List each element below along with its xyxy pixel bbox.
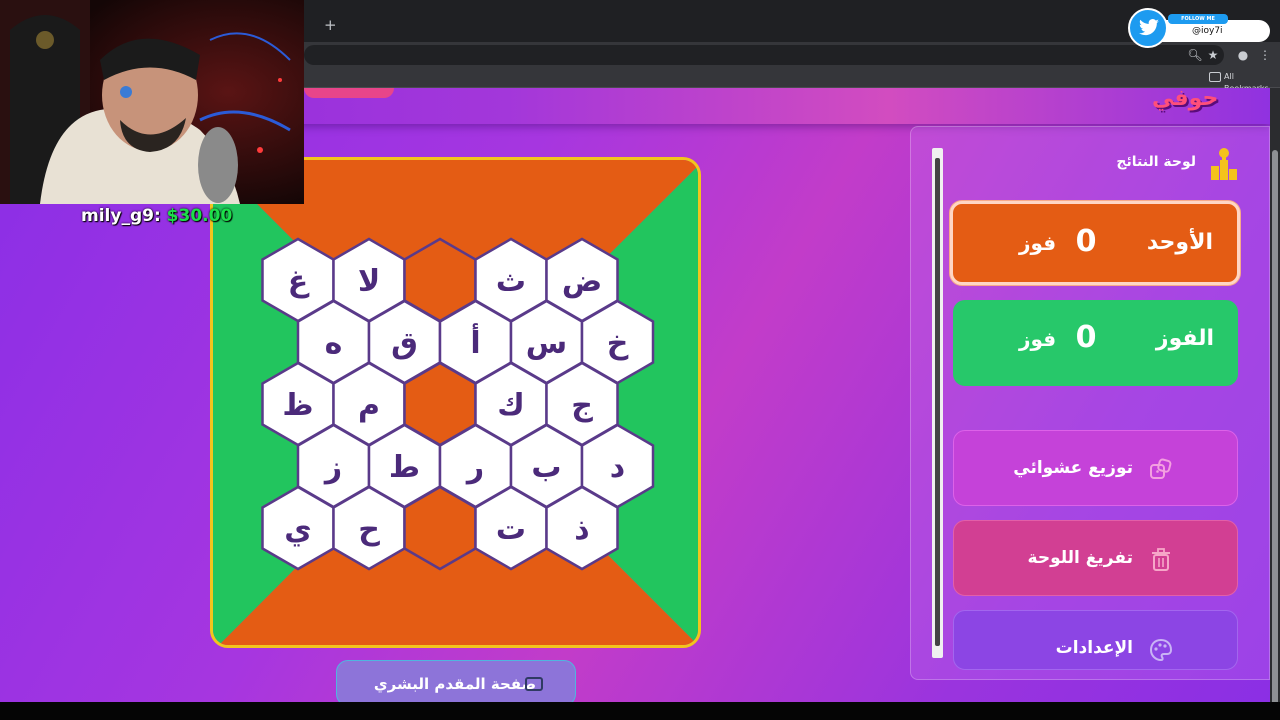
hex-letter: ت xyxy=(496,512,526,547)
team2-score-unit: فوز xyxy=(1019,327,1057,351)
team1-score-unit: فوز xyxy=(1019,231,1057,255)
hex-letter: ح xyxy=(358,512,380,547)
address-bar[interactable] xyxy=(304,45,1224,65)
hex-letter: ج xyxy=(571,388,593,423)
hex-letter: ب xyxy=(531,450,561,485)
follow-me-banner: FOLLOW ME xyxy=(1168,14,1228,24)
hex-letter: ه xyxy=(325,326,343,361)
podium-trophy-icon xyxy=(1211,148,1237,180)
hex-letter: أ xyxy=(470,323,480,361)
profile-avatar-icon[interactable]: ● xyxy=(1234,46,1252,64)
header-button[interactable] xyxy=(304,88,394,98)
streamer-camera-image xyxy=(0,0,304,204)
new-tab-button[interactable]: + xyxy=(324,17,337,33)
hex-letter: ذ xyxy=(574,512,589,547)
palette-icon xyxy=(1149,638,1173,662)
twitter-badge xyxy=(1128,8,1168,48)
hex-letter: س xyxy=(526,326,567,361)
random-distribute-button[interactable]: توزيع عشوائي xyxy=(953,430,1238,506)
hex-board: غ لا ث ض ه ق أ س خ ظ م ك ج ز ط ر ب د ي ح ت ذ xyxy=(210,157,701,648)
hex-letter: ك xyxy=(497,388,525,423)
settings-button[interactable]: الإعدادات xyxy=(953,610,1238,670)
dice-icon xyxy=(1150,458,1172,479)
hex-letter: ط xyxy=(389,450,420,485)
page-scrollbar[interactable] xyxy=(1270,88,1280,720)
host-page-button[interactable]: صفحة المقدم البشري xyxy=(336,660,576,706)
team1-name: الأوحد xyxy=(1146,230,1213,255)
hex-letter: ز xyxy=(323,450,342,485)
twitter-handle: @ioy7i xyxy=(1192,26,1223,36)
twitter-bird-icon xyxy=(1139,19,1159,36)
clear-board-button[interactable]: تفريغ اللوحة xyxy=(953,520,1238,596)
hex-board-canvas: غ لا ث ض ه ق أ س خ ظ م ك ج ز ط ر ب د ي ح ت ذ xyxy=(213,160,698,645)
scoreboard-title: لوحة النتائج xyxy=(1116,154,1196,170)
hex-letter: ظ xyxy=(282,388,313,423)
hex-letter: م xyxy=(358,388,380,423)
hex-letter: لا xyxy=(358,264,380,299)
letterbox-bottom xyxy=(0,702,1280,720)
donation-alert: mily_g9: $30.00 xyxy=(81,205,232,227)
hex-letter: ي xyxy=(284,512,312,547)
hex-letter: ق xyxy=(391,326,418,361)
hex-letter: ض xyxy=(562,264,602,299)
hex-grid: غ لا ث ض ه ق أ س خ ظ م ك ج ز ط ر ب د ي ح ت ذ xyxy=(261,237,655,571)
random-distribute-label: توزيع عشوائي xyxy=(1013,458,1133,478)
team2-score-card[interactable]: الفوز 0 فوز xyxy=(953,300,1238,386)
settings-label: الإعدادات xyxy=(1055,638,1133,658)
trash-icon xyxy=(1152,548,1170,571)
folder-icon xyxy=(1209,72,1221,82)
bookmark-star-icon[interactable]: ★ xyxy=(1204,46,1222,64)
clear-board-label: تفريغ اللوحة xyxy=(1027,548,1133,568)
hex-letter: ر xyxy=(465,450,484,485)
webcam-overlay xyxy=(0,0,304,204)
donation-user: mily_g9: xyxy=(81,206,161,226)
hex-letter: ث xyxy=(496,264,526,299)
monitor-icon xyxy=(525,677,543,691)
hex-letter: خ xyxy=(607,326,629,361)
hex-letter: غ xyxy=(288,264,310,299)
team1-score: 0 xyxy=(1075,224,1097,259)
hex-letter: د xyxy=(610,450,625,485)
team2-name: الفوز xyxy=(1155,326,1214,351)
donation-amount: $30.00 xyxy=(166,206,233,226)
host-page-label: صفحة المقدم البشري xyxy=(373,675,537,693)
zoom-icon[interactable]: 🔍︎ xyxy=(1186,46,1204,64)
team2-score: 0 xyxy=(1075,320,1097,355)
team1-score-card[interactable]: الأوحد 0 فوز xyxy=(950,201,1240,285)
panel-scrollbar[interactable] xyxy=(932,148,943,658)
site-logo: حوفي xyxy=(1152,88,1219,111)
browser-menu-icon[interactable]: ⋮ xyxy=(1256,46,1274,64)
